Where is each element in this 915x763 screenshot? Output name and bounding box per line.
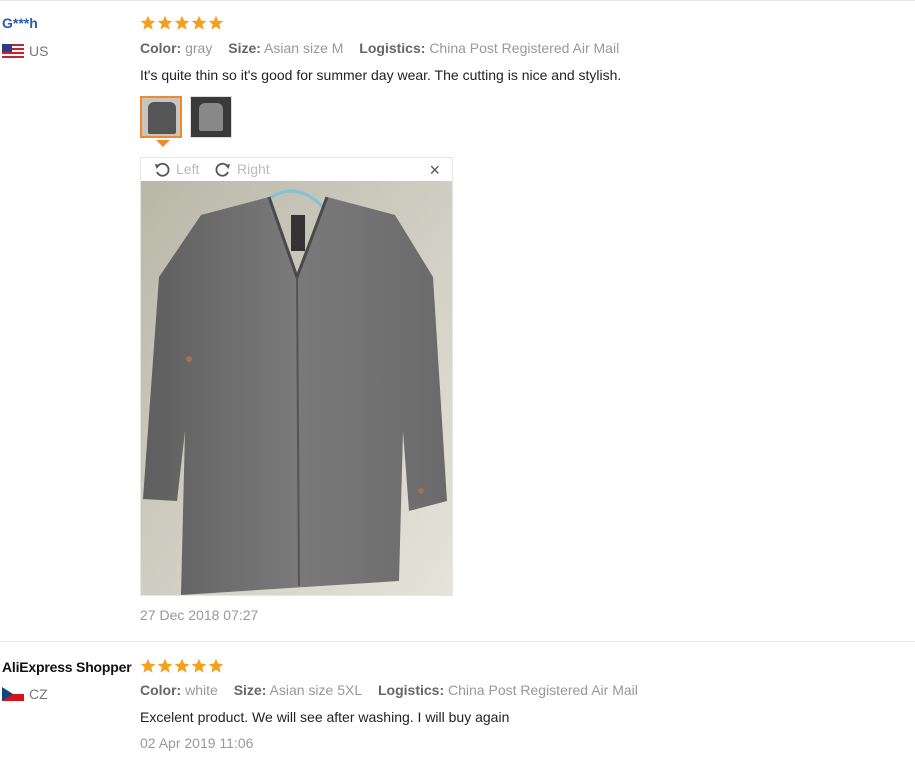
order-attributes: Color: white Size: Asian size 5XL Logist… [140, 682, 638, 698]
reviewer-country: CZ [2, 686, 48, 702]
logistics-label: Logistics: [378, 682, 445, 698]
star-icon [157, 15, 173, 30]
rotate-left-label: Left [176, 161, 200, 177]
review-item: G***h US Color: gray Size: Asian size M … [0, 0, 915, 640]
star-icon [191, 658, 207, 673]
us-flag-icon [2, 44, 24, 58]
reviewer-country: US [2, 43, 48, 59]
star-icon [174, 15, 190, 30]
color-value: white [185, 682, 218, 698]
star-rating [140, 658, 224, 674]
review-text: It's quite thin so it's good for summer … [140, 67, 622, 83]
rotate-right-icon [215, 162, 230, 177]
review-photo-thumbnails [140, 96, 232, 138]
photo-viewer-toolbar: Left Right × [141, 158, 452, 181]
country-code: CZ [29, 686, 48, 702]
star-icon [208, 15, 224, 30]
review-date: 02 Apr 2019 11:06 [140, 735, 254, 751]
star-icon [140, 658, 156, 673]
photo-thumbnail[interactable] [140, 96, 182, 138]
logistics-label: Logistics: [359, 40, 426, 56]
star-icon [174, 658, 190, 673]
color-label: Color: [140, 682, 182, 698]
color-label: Color: [140, 40, 182, 56]
photo-thumbnail[interactable] [190, 96, 232, 138]
review-date: 27 Dec 2018 07:27 [140, 607, 259, 623]
close-viewer-button[interactable]: × [429, 161, 440, 179]
rotate-left-icon [155, 162, 170, 177]
star-icon [157, 658, 173, 673]
selected-thumbnail-pointer [156, 140, 170, 147]
star-icon [208, 658, 224, 673]
order-attributes: Color: gray Size: Asian size M Logistics… [140, 40, 619, 56]
review-text: Excelent product. We will see after wash… [140, 709, 510, 725]
country-code: US [29, 43, 49, 59]
shirt-photo-image [141, 181, 452, 595]
rotate-left-button[interactable]: Left [153, 160, 199, 178]
size-value: Asian size 5XL [269, 682, 363, 698]
color-value: gray [185, 40, 213, 56]
star-icon [140, 15, 156, 30]
size-label: Size: [233, 682, 267, 698]
star-icon [191, 15, 207, 30]
cz-flag-icon [2, 687, 24, 701]
size-label: Size: [228, 40, 261, 56]
review-item: AliExpress Shopper CZ Color: white Size:… [0, 641, 915, 763]
reviewer-name[interactable]: G***h [2, 15, 38, 31]
reviewer-name: AliExpress Shopper [2, 659, 132, 675]
logistics-value: China Post Registered Air Mail [429, 40, 620, 56]
review-photo [141, 181, 452, 595]
photo-viewer: Left Right × [140, 157, 453, 596]
size-value: Asian size M [264, 40, 344, 56]
rotate-right-label: Right [237, 161, 270, 177]
rotate-right-button[interactable]: Right [214, 160, 270, 178]
star-rating [140, 15, 224, 31]
logistics-value: China Post Registered Air Mail [448, 682, 638, 698]
